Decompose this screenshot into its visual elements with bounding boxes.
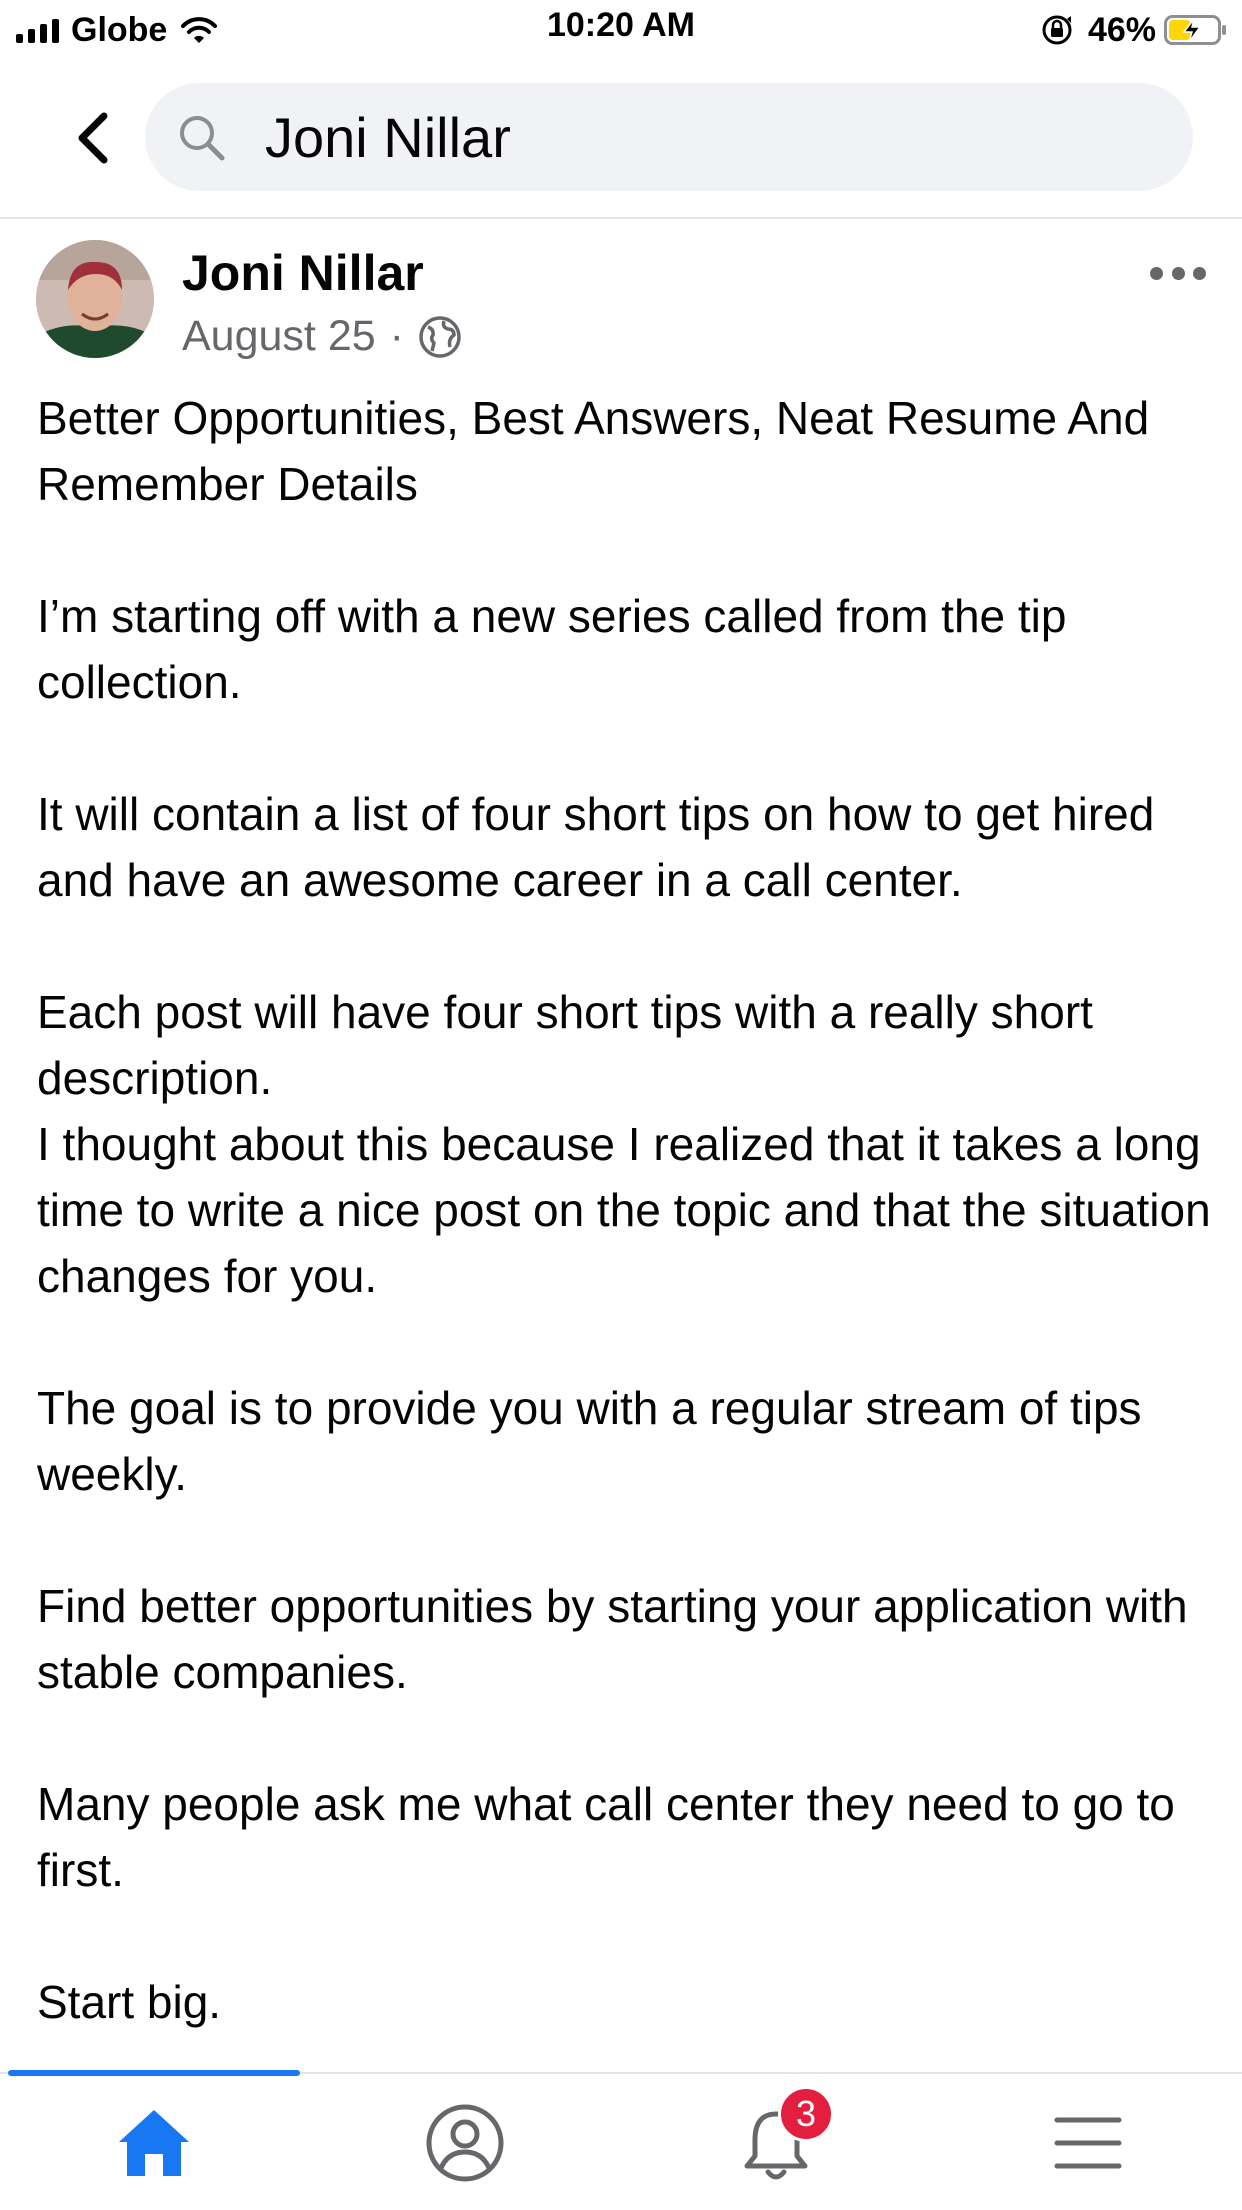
active-tab-indicator — [8, 2070, 300, 2076]
post-header: Joni Nillar August 25 · — [0, 220, 1242, 370]
search-icon — [180, 116, 225, 161]
post-meta: August 25 · — [182, 312, 462, 361]
post-body: Better Opportunities, Best Answers, Neat… — [37, 385, 1217, 2101]
avatar-image — [36, 240, 154, 358]
back-icon[interactable] — [70, 108, 114, 168]
status-bar: Globe 10:20 AM 46% — [0, 0, 1242, 60]
post-paragraph: I thought about this because I realized … — [37, 1118, 1211, 1302]
post-paragraph: Better Opportunities, Best Answers, Neat… — [37, 392, 1150, 510]
more-options-icon[interactable] — [1150, 264, 1206, 282]
tab-bar: 3 — [0, 2070, 1242, 2210]
post-paragraph: It will contain a list of four short tip… — [37, 788, 1155, 906]
battery-charging-icon — [1164, 15, 1226, 45]
globe-icon — [419, 315, 461, 358]
home-icon — [119, 2110, 189, 2176]
avatar[interactable] — [36, 240, 154, 358]
tab-notifications[interactable]: 3 — [716, 2086, 836, 2188]
post-paragraph: I’m starting off with a new series calle… — [37, 590, 1067, 708]
menu-icon — [1054, 2117, 1122, 2169]
meta-separator: · — [389, 312, 404, 360]
post-paragraph: Each post will have four short tips with… — [37, 986, 1093, 1104]
post-paragraph: Start big. — [37, 1976, 222, 2028]
notification-badge: 3 — [778, 2086, 834, 2142]
tab-home[interactable] — [94, 2098, 214, 2188]
post-paragraph: The goal is to provide you with a regula… — [37, 1382, 1142, 1500]
search-query: Joni Nillar — [265, 106, 511, 169]
post-date[interactable]: August 25 — [182, 312, 376, 361]
tab-menu[interactable] — [1028, 2098, 1148, 2188]
post-paragraph: Find better opportunities by starting yo… — [37, 1580, 1188, 1698]
post-author[interactable]: Joni Nillar — [182, 244, 424, 302]
orientation-lock-icon — [1042, 15, 1072, 45]
search-input[interactable]: Joni Nillar — [145, 83, 1193, 191]
battery-percent: 46% — [1087, 10, 1156, 49]
post-paragraph: Many people ask me what call center they… — [37, 1778, 1175, 1896]
tab-profile[interactable] — [405, 2098, 525, 2188]
profile-icon — [426, 2104, 504, 2182]
search-header: Joni Nillar — [0, 60, 1242, 219]
